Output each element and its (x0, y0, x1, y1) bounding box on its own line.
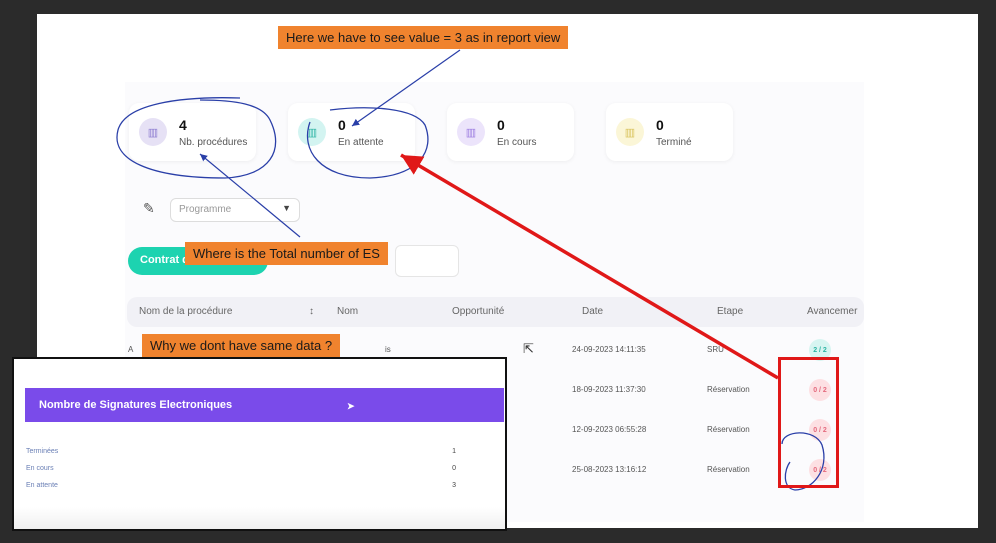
report-row-label: En cours (26, 465, 54, 472)
annotation-bottom: Why we dont have same data ? (142, 334, 341, 357)
arrow-top-note (351, 49, 461, 127)
report-row-label: Terminées (26, 448, 59, 455)
report-row-value: 1 (452, 448, 456, 455)
cursor-icon: ➤ (347, 401, 355, 411)
report-title: Nombre de Signatures Electroniques (39, 399, 233, 411)
arrow-red (400, 153, 779, 380)
report-row: En cours 0 (26, 465, 456, 472)
report-footer (14, 507, 505, 529)
report-row-value: 3 (452, 482, 456, 489)
pen-circle-procedures (116, 97, 277, 179)
report-row-label: En attente (26, 482, 58, 489)
report-header: Nombre de Signatures Electroniques ➤ (25, 388, 504, 422)
pen-circle-en-attente (306, 107, 429, 179)
report-row: Terminées 1 (26, 448, 456, 455)
highlight-box (778, 357, 839, 488)
report-row: En attente 3 (26, 482, 456, 489)
annotation-top: Here we have to see value = 3 as in repo… (278, 26, 569, 49)
report-row-value: 0 (452, 465, 456, 472)
arrow-middle-note (199, 153, 301, 238)
report-view: Nombre de Signatures Electroniques ➤ Ter… (12, 357, 507, 531)
annotation-middle: Where is the Total number of ES (185, 242, 388, 265)
